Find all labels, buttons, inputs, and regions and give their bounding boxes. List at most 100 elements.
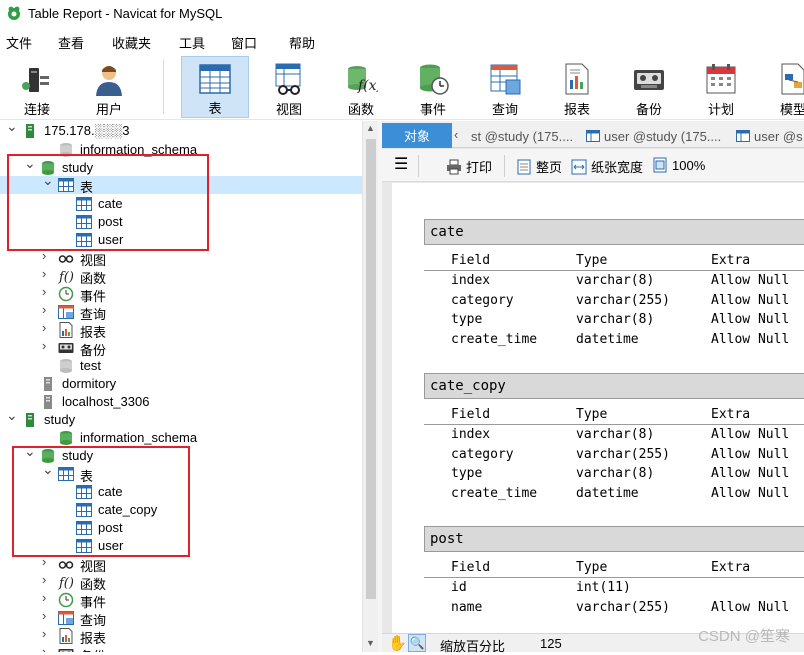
tree-scrollbar[interactable]: ▲ ▼: [362, 121, 378, 652]
tab-objects[interactable]: 对象: [382, 123, 452, 148]
tree-item[interactable]: › 报表: [0, 627, 362, 646]
chevron-right-icon[interactable]: ›: [42, 609, 52, 622]
menu-favorites[interactable]: 收藏夹: [112, 33, 151, 52]
zoom-value[interactable]: 125: [540, 636, 562, 651]
toolbar-event-button[interactable]: 事件: [399, 56, 467, 118]
tree-item[interactable]: ⌄ 175.178.░░░3: [0, 121, 362, 140]
toolbar-user-button[interactable]: 用户: [75, 56, 143, 118]
highlight-box: [7, 154, 209, 251]
chevron-right-icon[interactable]: ›: [42, 249, 52, 262]
chevron-down-icon[interactable]: ⌄: [6, 121, 18, 133]
menu-window[interactable]: 窗口: [231, 33, 257, 52]
menu-file[interactable]: 文件: [6, 33, 32, 52]
report-table-name: cate_copy: [424, 373, 804, 399]
printer-icon: [447, 159, 461, 174]
chevron-right-icon[interactable]: ›: [42, 285, 52, 298]
toolbar-schedule-button[interactable]: 计划: [687, 56, 755, 118]
function-icon: f(x): [348, 65, 378, 94]
menu-tools[interactable]: 工具: [179, 33, 205, 52]
tab-scroll-left-icon[interactable]: ‹: [454, 127, 458, 142]
tree-item[interactable]: ›备份: [0, 645, 362, 652]
table-cell: Allow Null: [711, 427, 790, 442]
chevron-right-icon[interactable]: ›: [42, 267, 52, 280]
chevron-right-icon[interactable]: ›: [42, 339, 52, 352]
event-icon: [58, 592, 74, 608]
tree-item[interactable]: › 查询: [0, 303, 362, 322]
chevron-right-icon[interactable]: ›: [42, 591, 52, 604]
tab-user-study[interactable]: user @study (175....: [586, 125, 721, 147]
menu-view[interactable]: 查看: [58, 33, 84, 52]
menu-help[interactable]: 帮助: [289, 33, 315, 52]
chevron-right-icon[interactable]: ›: [42, 627, 52, 640]
toolbar-connection-button[interactable]: 连接: [3, 56, 71, 118]
chevron-down-icon[interactable]: ⌄: [6, 408, 18, 422]
tree-item[interactable]: › 查询: [0, 609, 362, 628]
chevron-right-icon[interactable]: ›: [42, 321, 52, 334]
model-icon: [781, 63, 804, 94]
table-cell: varchar(8): [576, 273, 655, 288]
toolbar-query-button[interactable]: 查询: [471, 56, 539, 118]
menu-icon[interactable]: ☰: [394, 154, 408, 174]
tree-item[interactable]: › 视图: [0, 555, 362, 574]
table-cell: create_time: [451, 485, 538, 501]
table-cell: Allow Null: [711, 446, 790, 462]
tree-item[interactable]: › 报表: [0, 321, 362, 340]
report-icon: [58, 628, 74, 644]
tree-item[interactable]: dormitory: [0, 375, 362, 393]
zoom-100-button[interactable]: 100%: [652, 157, 705, 173]
event-icon: [58, 286, 74, 302]
tree-item[interactable]: › 事件: [0, 591, 362, 610]
window-title: Table Report - Navicat for MySQL: [28, 5, 223, 21]
tab-user-study-2[interactable]: user @s: [736, 125, 803, 147]
toolbar-view-button[interactable]: 视图: [255, 56, 323, 118]
toolbar-function-button[interactable]: f(x) 函数: [327, 56, 395, 118]
server-icon: [22, 123, 38, 139]
title-bar: Table Report - Navicat for MySQL: [0, 0, 804, 26]
toolbar-table-button[interactable]: 表: [181, 56, 249, 118]
query-icon: [58, 610, 74, 626]
table-cell: create_time: [451, 331, 538, 347]
hand-tool-icon[interactable]: ✋: [388, 634, 407, 652]
user-icon: [96, 65, 122, 96]
toolbar-report-button[interactable]: 报表: [543, 56, 611, 118]
tree-item[interactable]: › 事件: [0, 285, 362, 304]
chevron-right-icon[interactable]: ›: [42, 645, 52, 652]
function-icon: f(): [58, 574, 74, 591]
scroll-down-icon[interactable]: ▼: [366, 638, 375, 648]
chevron-right-icon[interactable]: ›: [42, 303, 52, 316]
report-column-header: Field Type Extra: [424, 251, 804, 271]
table-row: category varchar(255) Allow Null: [424, 445, 804, 465]
svg-text:f(): f(): [58, 576, 74, 590]
column-header: Type: [576, 253, 608, 268]
table-cell: Allow Null: [711, 273, 790, 288]
toolbar-backup-button[interactable]: 备份: [615, 56, 683, 118]
whole-page-button[interactable]: 整页: [516, 157, 562, 176]
tree-item[interactable]: test: [0, 357, 362, 375]
scrollbar-thumb[interactable]: [366, 139, 376, 599]
tree-item[interactable]: › f() 函数: [0, 267, 362, 286]
toolbar-separator: [163, 60, 164, 114]
tree-item[interactable]: ⌄ study: [0, 408, 362, 429]
backup-icon: [58, 646, 74, 652]
tree-item[interactable]: › f() 函数: [0, 573, 362, 592]
chevron-right-icon[interactable]: ›: [42, 573, 52, 586]
table-row: id int(11): [424, 578, 804, 598]
tab-report[interactable]: st @study (175....: [471, 125, 573, 147]
print-button[interactable]: 打印: [446, 157, 492, 176]
scroll-up-icon[interactable]: ▲: [366, 123, 375, 133]
table-cell: id: [451, 580, 467, 595]
tree-item[interactable]: localhost_3306: [0, 393, 362, 411]
tree-item[interactable]: ›备份: [0, 339, 362, 358]
chevron-right-icon[interactable]: ›: [42, 555, 52, 568]
toolbar-model-button[interactable]: 模型: [759, 56, 804, 118]
table-row: category varchar(255) Allow Null: [424, 291, 804, 311]
table-cell: category: [451, 292, 514, 308]
tree-item[interactable]: › 视图: [0, 249, 362, 268]
tree-item-label: study: [44, 412, 76, 427]
zoom-tool-icon[interactable]: 🔍: [408, 634, 426, 652]
table-cell: name: [451, 599, 483, 615]
schedule-icon: [706, 63, 736, 93]
page-width-icon: [571, 159, 587, 174]
tree-item[interactable]: information_schema: [0, 429, 362, 447]
page-width-button[interactable]: 纸张宽度: [571, 157, 643, 176]
